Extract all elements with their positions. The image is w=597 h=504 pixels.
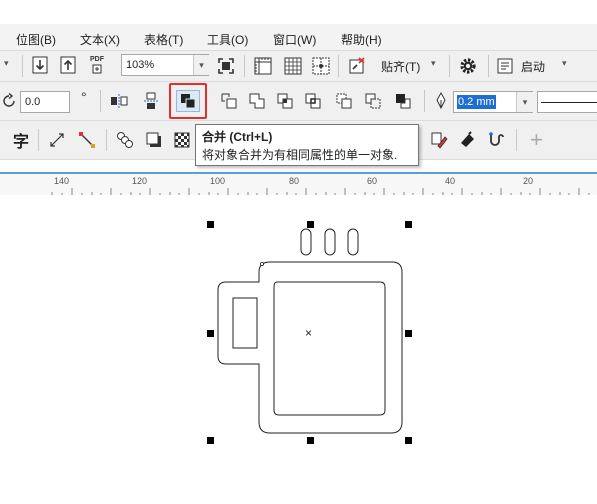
selection-handle-bottom-right[interactable]	[405, 437, 412, 444]
selection-handle-top-right[interactable]	[405, 221, 412, 228]
center-marker: ×	[305, 326, 313, 340]
steam-line	[347, 228, 359, 256]
selection-handle-top-left[interactable]	[207, 221, 214, 228]
steam-line	[324, 228, 336, 256]
start-node	[259, 261, 264, 266]
steam-line	[300, 228, 312, 256]
selection-handle-bottom-left[interactable]	[207, 437, 214, 444]
selection-handle-middle-left[interactable]	[207, 330, 214, 337]
selection-handle-middle-right[interactable]	[405, 330, 412, 337]
mug-inner-outline	[273, 281, 386, 416]
selection-handle-bottom-center[interactable]	[307, 437, 314, 444]
handle-hole-outline	[232, 297, 258, 349]
selection-handle-top-center[interactable]	[307, 221, 314, 228]
mug-drawing[interactable]	[0, 0, 597, 504]
